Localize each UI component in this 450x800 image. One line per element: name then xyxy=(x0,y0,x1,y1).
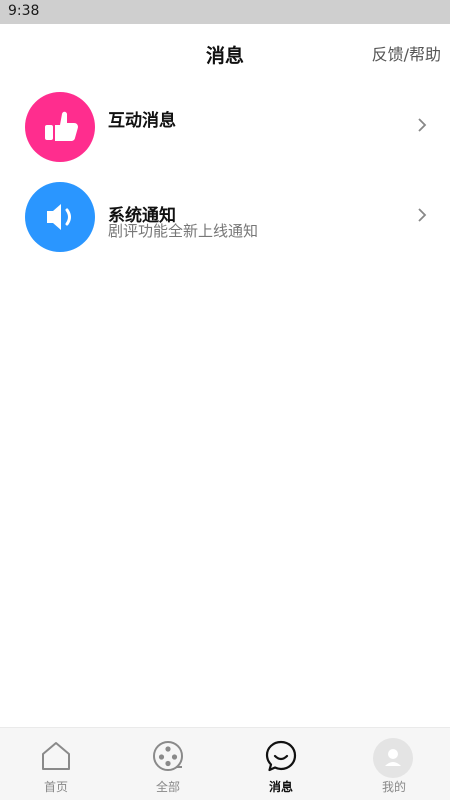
tab-profile[interactable]: 我的 xyxy=(338,728,450,800)
message-title: 互动消息 xyxy=(108,111,176,131)
bottom-tab-bar: 首页 全部 消息 我的 xyxy=(0,727,450,800)
speaker-icon xyxy=(25,182,95,252)
tab-label: 首页 xyxy=(43,780,68,794)
chevron-right-icon xyxy=(418,118,427,132)
status-time: 9:38 xyxy=(8,3,40,19)
chevron-right-icon xyxy=(418,208,427,222)
feedback-help-link[interactable]: 反馈/帮助 xyxy=(372,41,441,65)
tab-messages[interactable]: 消息 xyxy=(225,728,337,800)
chat-bubble-icon xyxy=(265,740,297,772)
tab-all[interactable]: 全部 xyxy=(112,728,224,800)
message-subtitle: 剧评功能全新上线通知 xyxy=(108,222,259,240)
header: 消息 反馈/帮助 xyxy=(0,24,450,82)
tab-label: 全部 xyxy=(155,780,180,794)
tab-home[interactable]: 首页 xyxy=(0,728,112,800)
home-icon xyxy=(42,742,70,770)
list-item-interaction[interactable]: 互动消息 xyxy=(0,84,450,170)
thumbs-up-icon xyxy=(25,92,95,162)
list-item-system[interactable]: 系统通知 剧评功能全新上线通知 xyxy=(0,174,450,260)
tab-label: 我的 xyxy=(381,780,406,794)
avatar-icon xyxy=(373,738,413,778)
status-bar: 9:38 xyxy=(0,0,450,24)
film-reel-icon xyxy=(153,741,183,771)
tab-label: 消息 xyxy=(268,780,293,794)
